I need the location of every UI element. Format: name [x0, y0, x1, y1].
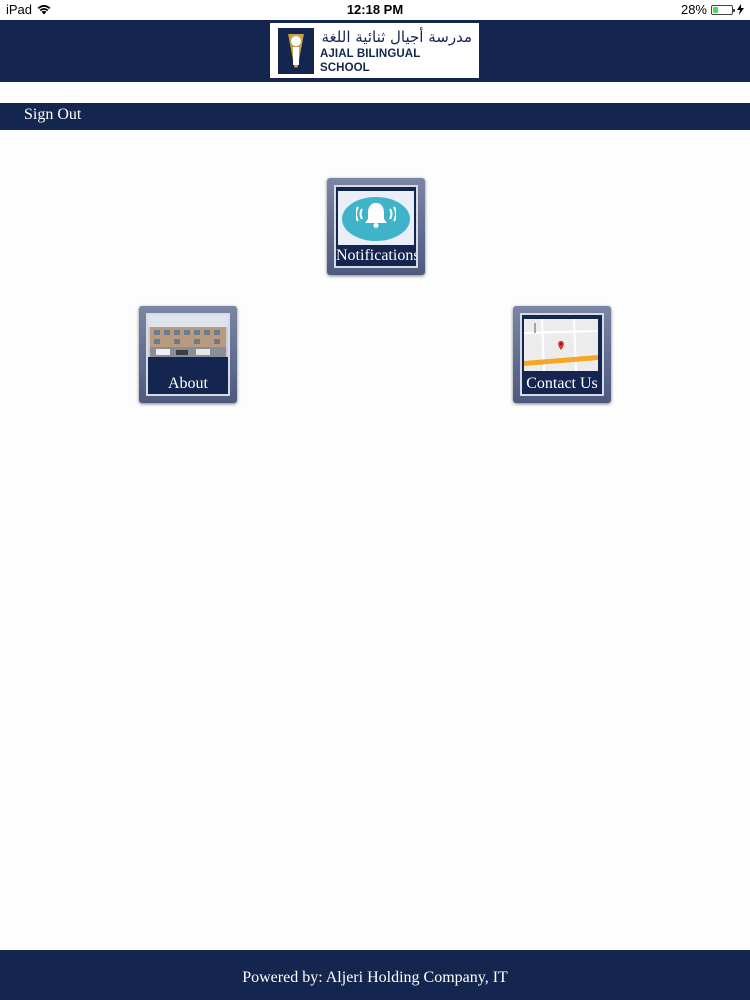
map-icon	[524, 319, 598, 371]
notifications-label: Notifications	[336, 247, 418, 264]
contact-us-tile[interactable]: Contact Us	[513, 306, 611, 403]
contact-us-label: Contact Us	[526, 375, 598, 392]
charging-bolt-icon	[737, 4, 744, 15]
app-header: مدرسة أجيال ثنائية اللغة AJIAL BILINGUAL…	[0, 20, 750, 82]
footer-credit: Powered by: Aljeri Holding Company, IT	[242, 969, 508, 986]
school-logo: مدرسة أجيال ثنائية اللغة AJIAL BILINGUAL…	[270, 23, 479, 78]
logo-emblem-icon	[278, 27, 314, 74]
notifications-tile[interactable]: Notifications	[327, 178, 425, 275]
status-time: 12:18 PM	[346, 2, 404, 17]
battery-percent: 28%	[680, 2, 707, 17]
notifications-image	[338, 191, 414, 245]
sign-out-link[interactable]: Sign Out	[24, 106, 81, 124]
battery-fill	[713, 6, 718, 13]
about-label: About	[168, 375, 208, 392]
logo-english-text: AJIAL BILINGUAL SCHOOL	[320, 47, 421, 74]
about-tile[interactable]: About	[139, 306, 237, 403]
status-bar: iPad 12:18 PM 28%	[0, 0, 750, 20]
school-photo-image	[148, 315, 228, 371]
map-image	[524, 319, 598, 371]
battery-icon	[711, 4, 735, 15]
app-footer: Powered by: Aljeri Holding Company, IT	[0, 950, 750, 1000]
logo-arabic-text: مدرسة أجيال ثنائية اللغة	[321, 27, 473, 46]
nav-bar: Sign Out	[0, 103, 750, 130]
bell-icon	[356, 203, 396, 228]
